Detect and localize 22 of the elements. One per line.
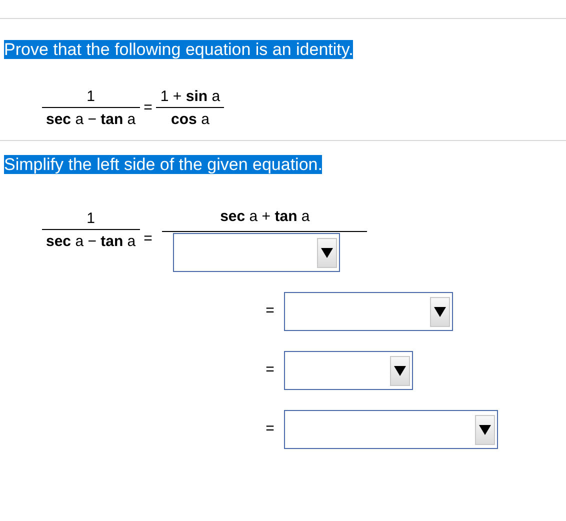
equals-sign: = xyxy=(144,98,152,118)
caret-icon xyxy=(434,306,446,318)
denominator: cos a xyxy=(170,110,210,130)
dropdown-field[interactable] xyxy=(284,292,454,331)
dropdown-field[interactable] xyxy=(284,351,414,390)
denominator: sec a − tan a xyxy=(45,110,137,130)
caret-icon xyxy=(479,424,492,436)
numerator: 1 + sin a xyxy=(159,86,222,106)
prompt-text: Prove that the following equation is an identity. xyxy=(4,40,354,59)
dropdown-field[interactable] xyxy=(284,410,498,449)
equals-sign: = xyxy=(266,360,274,380)
equals-sign: = xyxy=(266,419,274,440)
equals-sign: = xyxy=(144,229,152,250)
instruction-text: Simplify the left side of the given equation. xyxy=(4,154,322,174)
dropdown-field[interactable] xyxy=(173,233,340,272)
denominator: sec a − tan a xyxy=(45,232,137,252)
numerator: sec a + tan a xyxy=(220,207,310,227)
equals-sign: = xyxy=(266,301,274,322)
numerator: 1 xyxy=(86,86,96,106)
numerator: 1 xyxy=(86,209,96,229)
caret-icon xyxy=(321,246,334,258)
caret-icon xyxy=(394,364,406,376)
